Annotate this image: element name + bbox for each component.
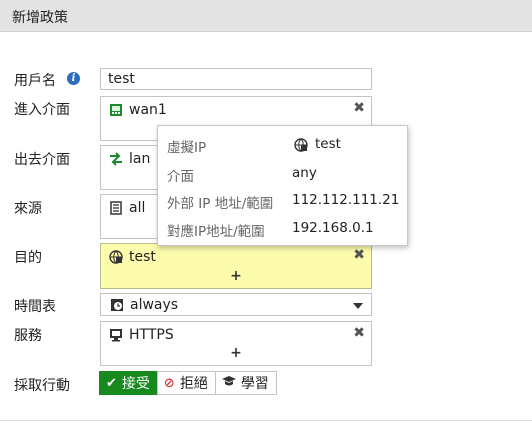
tooltip-mapped-ip-key: 對應IP地址/範圍 [167, 224, 265, 240]
graduation-cap-icon [221, 375, 236, 391]
schedule-label: 時間表 [14, 299, 56, 315]
remove-icon[interactable]: ✖ [353, 247, 365, 263]
info-icon[interactable]: i [67, 72, 80, 85]
service-field[interactable]: HTTPS ✖ + [100, 321, 372, 366]
tooltip-external-ip-key: 外部 IP 地址/範圍 [167, 196, 274, 212]
destination-chip[interactable]: test [109, 248, 156, 265]
source-label: 來源 [14, 201, 42, 217]
deny-button[interactable]: ⊘ 拒絕 [156, 371, 216, 395]
action-toggle-group: ✔ 接受 ⊘ 拒絕 學習 [99, 371, 277, 395]
deny-icon: ⊘ [163, 375, 175, 391]
remove-icon[interactable]: ✖ [353, 100, 365, 116]
incoming-interface-chip[interactable]: wan1 [109, 101, 167, 118]
source-value: all [129, 199, 146, 216]
tooltip-interface-value: any [292, 165, 317, 181]
add-destination-button[interactable]: + [101, 268, 371, 284]
vip-tooltip: 虛擬IP test 介面 any 外部 IP 地址/範圍 112.112.111… [157, 125, 408, 246]
service-chip[interactable]: HTTPS [109, 326, 174, 343]
accept-label: 接受 [121, 376, 150, 392]
dialog-header: 新增政策 [0, 0, 532, 32]
learn-label: 學習 [240, 376, 269, 392]
bottom-divider [0, 420, 532, 421]
chevron-down-icon [353, 303, 363, 309]
deny-label: 拒絕 [179, 376, 208, 392]
incoming-interface-value: wan1 [129, 101, 167, 118]
service-label: 服務 [14, 328, 42, 344]
outgoing-interface-chip[interactable]: lan [109, 150, 150, 167]
schedule-select[interactable]: always [100, 293, 372, 316]
dialog-title: 新增政策 [12, 10, 68, 26]
source-chip[interactable]: all [109, 199, 145, 216]
service-value: HTTPS [129, 326, 174, 343]
clock-icon [110, 298, 124, 316]
service-icon [109, 328, 123, 342]
destination-field[interactable]: test ✖ + [100, 243, 372, 289]
outgoing-interface-label: 出去介面 [14, 152, 70, 168]
action-label: 採取行動 [14, 378, 70, 394]
destination-label: 目的 [14, 250, 42, 266]
address-icon [109, 200, 123, 215]
tooltip-interface-key: 介面 [167, 169, 194, 185]
tooltip-mapped-ip-value: 192.168.0.1 [292, 220, 374, 236]
interface-icon [109, 103, 123, 117]
outgoing-interface-value: lan [129, 150, 151, 167]
tooltip-external-ip-value: 112.112.111.21 [292, 192, 400, 208]
check-icon: ✔ [106, 375, 117, 391]
tooltip-vip-value: test [315, 136, 341, 152]
incoming-interface-label: 進入介面 [14, 102, 70, 118]
remove-icon[interactable]: ✖ [353, 325, 365, 341]
schedule-value: always [130, 297, 179, 313]
swap-arrows-icon [109, 151, 123, 166]
accept-button[interactable]: ✔ 接受 [99, 371, 158, 395]
add-service-button[interactable]: + [101, 345, 371, 361]
destination-value: test [129, 248, 156, 265]
learn-button[interactable]: 學習 [214, 371, 277, 395]
vip-icon [109, 249, 123, 264]
user-input[interactable] [100, 68, 372, 90]
tooltip-vip-key: 虛擬IP [167, 140, 207, 156]
vip-icon [294, 138, 308, 156]
user-label: 用戶名 [14, 73, 56, 89]
